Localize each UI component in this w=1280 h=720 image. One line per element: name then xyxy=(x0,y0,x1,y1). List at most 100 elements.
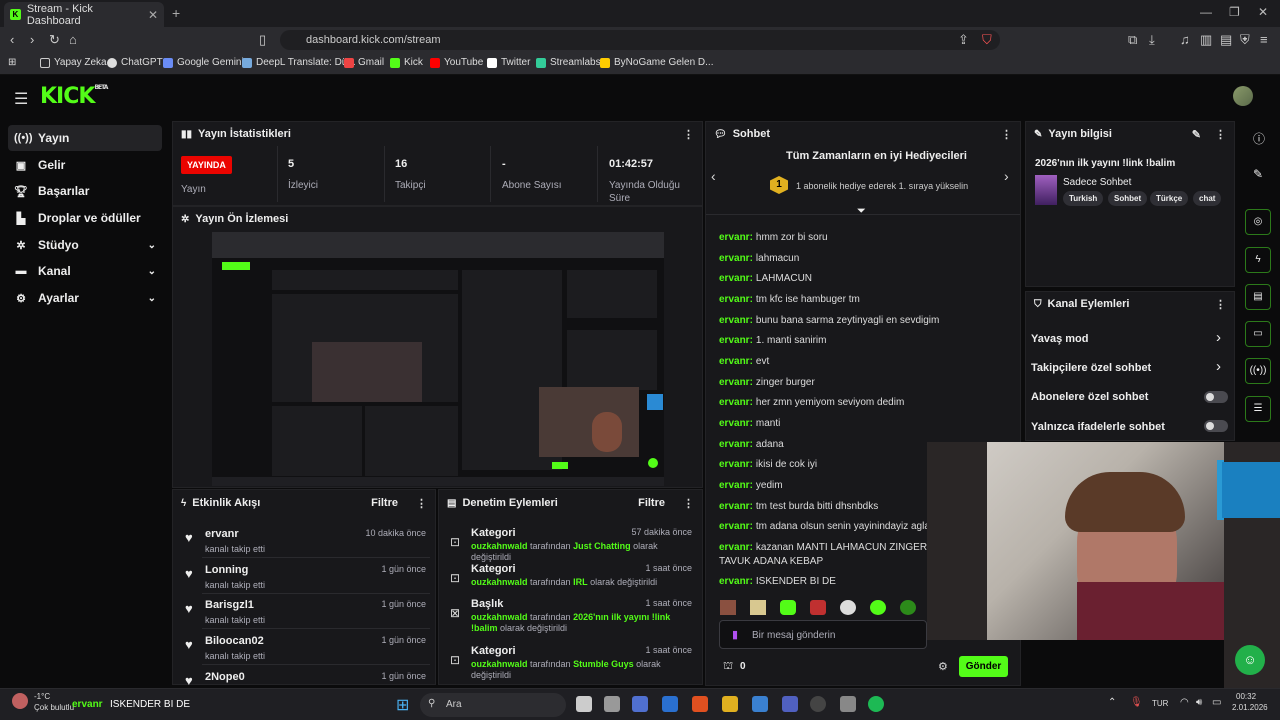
close-window-icon[interactable]: ✕ xyxy=(1258,5,1268,19)
slow-mode-label[interactable]: Yavaş mod xyxy=(1031,333,1088,345)
sidebar-item-yayin[interactable]: ((•)) Yayın xyxy=(8,125,162,151)
brave-icon[interactable] xyxy=(692,696,708,712)
store-icon[interactable] xyxy=(752,696,768,712)
channel-points-icon[interactable]: ⛫ xyxy=(723,660,733,674)
calculator-icon[interactable] xyxy=(632,696,648,712)
windows-start-icon[interactable]: ⊞ xyxy=(396,695,409,715)
snipping-icon[interactable] xyxy=(604,696,620,712)
send-button[interactable]: Gönder xyxy=(959,656,1008,677)
obs-icon[interactable] xyxy=(810,696,826,712)
chat-input[interactable]: ▮ Bir mesaj gönderin xyxy=(719,620,927,649)
more-options-icon[interactable]: ⋮ xyxy=(683,497,694,510)
kick-logo[interactable]: KICKBETA xyxy=(40,84,108,109)
chevron-right-icon[interactable]: › xyxy=(1216,329,1221,346)
emote-picker-icon[interactable]: ▮ xyxy=(732,628,738,641)
pin-icon[interactable]: ⏷ xyxy=(857,205,866,218)
emote-icon[interactable] xyxy=(780,600,796,615)
downloads-icon[interactable]: ⤓ xyxy=(1149,32,1155,48)
tray-chevron-icon[interactable]: ⌃ xyxy=(1108,697,1116,708)
emote-icon[interactable] xyxy=(750,600,766,615)
emote-icon[interactable] xyxy=(870,600,886,615)
tag-pill[interactable]: Sohbet xyxy=(1108,191,1148,206)
emote-only-toggle[interactable] xyxy=(1204,420,1228,432)
rail-button-camera[interactable]: ◎ xyxy=(1245,209,1271,235)
more-options-icon[interactable]: ⋮ xyxy=(1001,128,1012,141)
moderation-filter-button[interactable]: Filtre xyxy=(638,497,665,509)
tag-pill[interactable]: Türkçe xyxy=(1150,191,1189,206)
gifters-next-icon[interactable]: › xyxy=(1004,168,1009,184)
bookmark-item[interactable]: Twitter xyxy=(487,57,530,68)
file-explorer-icon[interactable] xyxy=(722,696,738,712)
sidebar-item-basarilar[interactable]: 🏆︎ Başarılar xyxy=(8,178,162,204)
reload-icon[interactable]: ↻ xyxy=(49,32,60,48)
wifi-icon[interactable]: ◠ xyxy=(1180,697,1189,708)
bookmark-item[interactable]: Yapay Zeka xyxy=(40,57,107,68)
emote-icon[interactable] xyxy=(720,600,736,615)
forward-icon[interactable]: › xyxy=(30,32,34,47)
url-field[interactable]: dashboard.kick.com/stream xyxy=(280,30,1000,50)
sidebar-item-kanal[interactable]: ▬ Kanal ⌄ xyxy=(8,258,162,284)
more-options-icon[interactable]: ⋮ xyxy=(683,128,694,141)
more-options-icon[interactable]: ⋮ xyxy=(1215,128,1226,141)
bookmark-item[interactable]: Kick xyxy=(390,57,423,68)
bookmark-item[interactable]: ChatGPT xyxy=(107,57,163,68)
bookmark-item[interactable]: Gmail xyxy=(344,57,384,68)
outlook-icon[interactable] xyxy=(662,696,678,712)
followers-only-label[interactable]: Takipçilere özel sohbet xyxy=(1031,362,1151,374)
sidebar-item-gelir[interactable]: ▣ Gelir xyxy=(8,152,162,178)
tag-pill[interactable]: chat xyxy=(1193,191,1222,206)
emote-icon[interactable] xyxy=(900,600,916,615)
clock-date[interactable]: 2.01.2026 xyxy=(1232,703,1268,712)
edit-icon[interactable]: ✎ xyxy=(1253,167,1263,181)
activity-filter-button[interactable]: Filtre xyxy=(371,497,398,509)
category-thumbnail[interactable] xyxy=(1035,175,1057,205)
discord-icon[interactable] xyxy=(782,696,798,712)
language-indicator[interactable]: TUR xyxy=(1152,699,1168,708)
help-chat-icon[interactable]: ☺ xyxy=(1235,645,1265,675)
emote-icon[interactable] xyxy=(840,600,856,615)
category-name[interactable]: Sadece Sohbet xyxy=(1063,177,1131,188)
info-icon[interactable]: ⓘ xyxy=(1253,130,1265,147)
bookmark-item[interactable]: YouTube xyxy=(430,57,483,68)
sidebar-item-studyo[interactable]: ✲ Stüdyo ⌄ xyxy=(8,232,162,258)
media-icon[interactable]: ♫ xyxy=(1180,32,1190,47)
menu-icon[interactable]: ≡ xyxy=(1260,32,1268,47)
bookmark-icon[interactable]: ▯ xyxy=(259,32,266,48)
bookmark-item[interactable]: Streamlabs xyxy=(536,57,601,68)
rail-button-document[interactable]: ▤ xyxy=(1245,284,1271,310)
sidebar-toggle-icon[interactable]: ▥ xyxy=(1200,32,1212,48)
spotify-icon[interactable] xyxy=(868,696,884,712)
extensions-icon[interactable]: ⧉ xyxy=(1128,32,1137,48)
new-tab-icon[interactable]: + xyxy=(172,5,180,21)
taskview-icon[interactable] xyxy=(576,696,592,712)
subscribers-only-toggle[interactable] xyxy=(1204,391,1228,403)
tag-pill[interactable]: Turkish xyxy=(1063,191,1104,206)
vpn-icon[interactable]: ⛨ xyxy=(1240,32,1250,48)
stream-preview-video[interactable] xyxy=(212,232,664,486)
back-icon[interactable]: ‹ xyxy=(10,32,14,47)
bookmark-item[interactable]: Google Gemini xyxy=(163,57,244,68)
home-icon[interactable]: ⌂ xyxy=(69,32,77,47)
share-icon[interactable]: ⇪ xyxy=(958,32,969,48)
hamburger-menu-icon[interactable]: ☰ xyxy=(14,89,28,109)
chevron-right-icon[interactable]: › xyxy=(1216,358,1221,375)
chat-settings-icon[interactable]: ⚙ xyxy=(938,660,948,673)
close-tab-icon[interactable]: ✕ xyxy=(148,8,158,22)
microphone-icon[interactable]: 🎙︎ xyxy=(1130,697,1143,708)
sidebar-item-droplar[interactable]: ▙ Droplar ve ödüller xyxy=(8,205,162,231)
wallet-icon[interactable]: ▤ xyxy=(1220,32,1232,48)
browser-tab[interactable]: K Stream - Kick Dashboard ✕ xyxy=(4,2,164,27)
taskbar-search[interactable]: ⚲ Ara xyxy=(420,693,566,717)
gifters-prev-icon[interactable]: ‹ xyxy=(711,168,716,184)
settings-app-icon[interactable] xyxy=(840,696,856,712)
sidebar-item-ayarlar[interactable]: ⚙ Ayarlar ⌄ xyxy=(8,285,162,311)
minimize-icon[interactable]: — xyxy=(1200,5,1212,19)
rail-button-broadcast[interactable]: ((•)) xyxy=(1245,358,1271,384)
bookmark-item[interactable]: ByNoGame Gelen D... xyxy=(600,57,713,68)
battery-icon[interactable]: ▭ xyxy=(1212,697,1221,708)
more-options-icon[interactable]: ⋮ xyxy=(416,497,427,510)
rail-button-chat[interactable]: ▭ xyxy=(1245,321,1271,347)
volume-icon[interactable]: 🔊︎ xyxy=(1196,697,1202,708)
maximize-icon[interactable]: ❐ xyxy=(1229,5,1240,19)
edit-pencil-icon[interactable]: ✎ xyxy=(1192,128,1201,141)
